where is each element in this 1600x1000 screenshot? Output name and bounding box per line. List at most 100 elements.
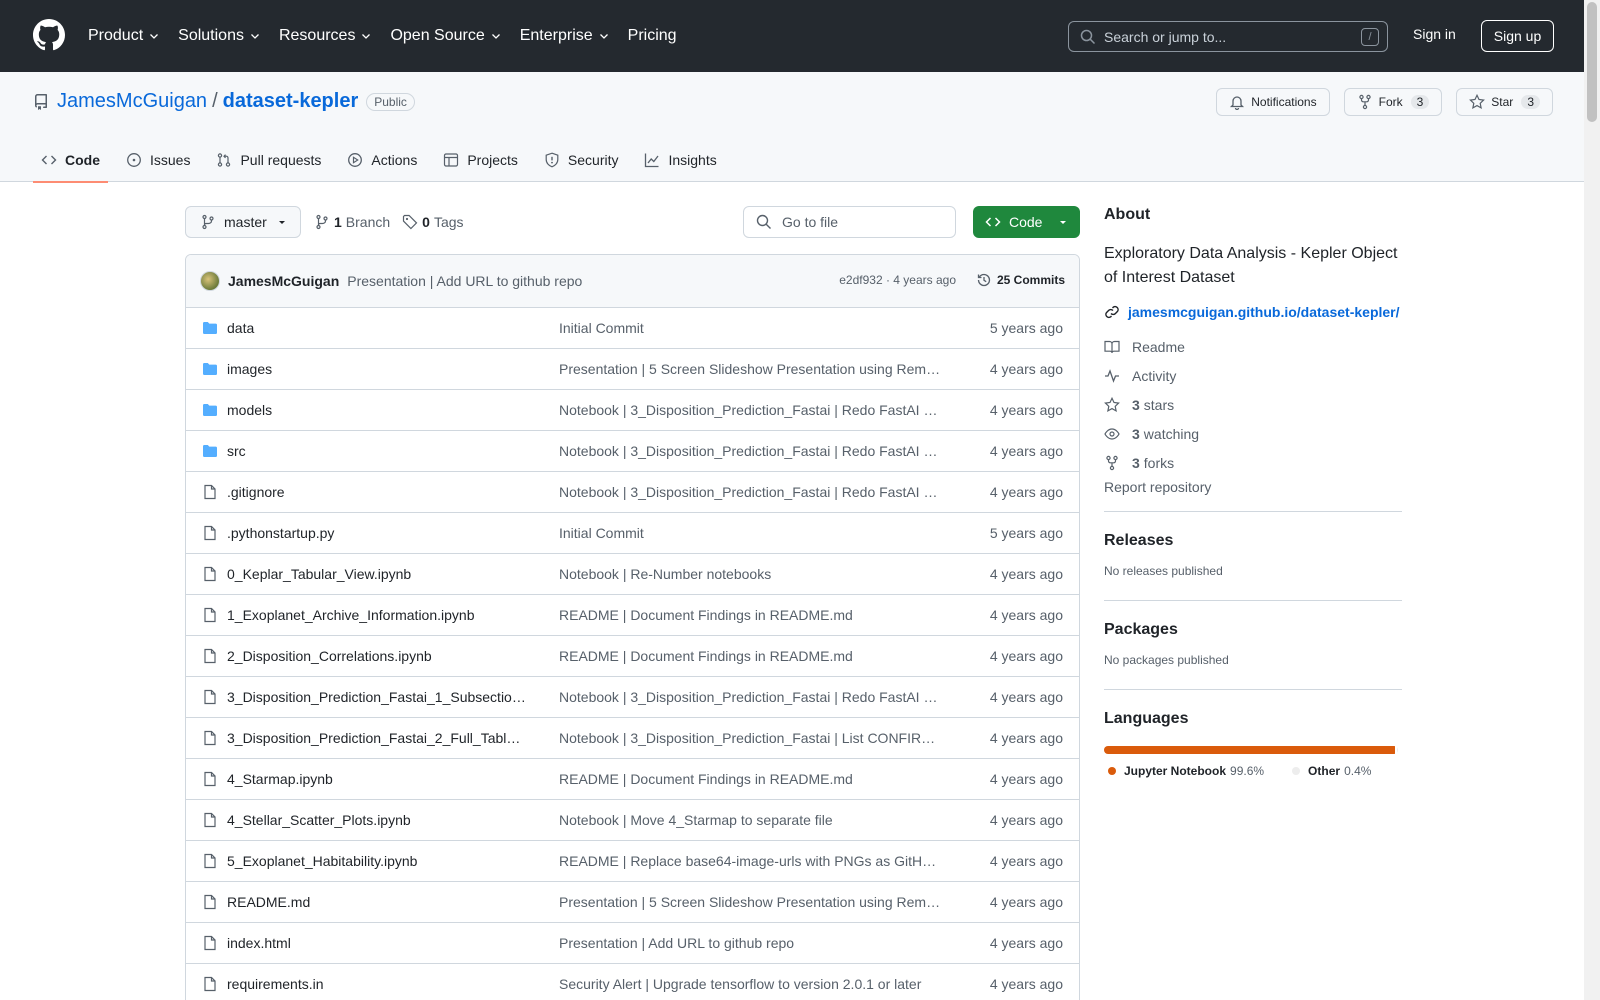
table-row[interactable]: .gitignore Notebook | 3_Disposition_Predi… bbox=[186, 472, 1079, 513]
file-name-link[interactable]: data bbox=[227, 320, 527, 336]
table-row[interactable]: src Notebook | 3_Disposition_Prediction_F… bbox=[186, 431, 1079, 472]
table-row[interactable]: README.md Presentation | 5 Screen Slidesh… bbox=[186, 882, 1079, 923]
file-name-link[interactable]: .gitignore bbox=[227, 484, 527, 500]
repo-owner-link[interactable]: JamesMcGuigan bbox=[57, 90, 207, 113]
file-commit-message-link[interactable]: Notebook | 3_Disposition_Prediction_Fast… bbox=[559, 730, 942, 746]
file-name-link[interactable]: 1_Exoplanet_Archive_Information.ipynb bbox=[227, 607, 527, 623]
search-icon bbox=[756, 214, 771, 229]
table-row[interactable]: 2_Disposition_Correlations.ipynb README |… bbox=[186, 636, 1079, 677]
top-nav-resources[interactable]: Resources bbox=[279, 27, 372, 45]
file-commit-message-link[interactable]: README | Document Findings in README.md bbox=[559, 607, 942, 623]
tab-insights[interactable]: Insights bbox=[636, 138, 724, 182]
stars-link[interactable]: 3 stars bbox=[1104, 390, 1402, 419]
table-row[interactable]: 4_Starmap.ipynb README | Document Finding… bbox=[186, 759, 1079, 800]
report-repository-link[interactable]: Report repository bbox=[1104, 479, 1402, 495]
table-row[interactable]: 0_Keplar_Tabular_View.ipynb Notebook | Re… bbox=[186, 554, 1079, 595]
file-commit-message-link[interactable]: Notebook | 3_Disposition_Prediction_Fast… bbox=[559, 484, 942, 500]
commit-hash-time[interactable]: e2df932 · 4 years ago bbox=[839, 273, 956, 287]
repo-name-link[interactable]: dataset-kepler bbox=[223, 90, 359, 113]
top-nav-enterprise[interactable]: Enterprise bbox=[520, 27, 610, 45]
fork-button[interactable]: Fork 3 bbox=[1343, 88, 1443, 116]
table-row[interactable]: 3_Disposition_Prediction_Fastai_1_Subsec… bbox=[186, 677, 1079, 718]
releases-heading[interactable]: Releases bbox=[1104, 532, 1402, 550]
file-name-link[interactable]: requirements.in bbox=[227, 976, 527, 992]
packages-heading[interactable]: Packages bbox=[1104, 621, 1402, 639]
commits-history-link[interactable]: 25 Commits bbox=[976, 272, 1065, 288]
table-row[interactable]: images Presentation | 5 Screen Slideshow … bbox=[186, 349, 1079, 390]
table-row[interactable]: 5_Exoplanet_Habitability.ipynb README | R… bbox=[186, 841, 1079, 882]
file-name-link[interactable]: 0_Keplar_Tabular_View.ipynb bbox=[227, 566, 527, 582]
table-row[interactable]: 1_Exoplanet_Archive_Information.ipynb REA… bbox=[186, 595, 1079, 636]
top-nav-product[interactable]: Product bbox=[88, 27, 160, 45]
table-row[interactable]: index.html Presentation | Add URL to gith… bbox=[186, 923, 1079, 964]
file-commit-message-link[interactable]: Notebook | Move 4_Starmap to separate fi… bbox=[559, 812, 942, 828]
table-row[interactable]: data Initial Commit 5 years ago bbox=[186, 308, 1079, 349]
file-name-link[interactable]: 2_Disposition_Correlations.ipynb bbox=[227, 648, 527, 664]
search-icon bbox=[1080, 29, 1096, 44]
avatar[interactable] bbox=[200, 271, 220, 291]
file-commit-message-link[interactable]: README | Document Findings in README.md bbox=[559, 771, 942, 787]
code-dropdown-button[interactable]: Code bbox=[973, 206, 1080, 238]
activity-link[interactable]: Activity bbox=[1104, 361, 1402, 390]
file-commit-message-link[interactable]: README | Replace base64-image-urls with … bbox=[559, 853, 942, 869]
file-name-link[interactable]: models bbox=[227, 402, 527, 418]
file-name-link[interactable]: 3_Disposition_Prediction_Fastai_1_Subsec… bbox=[227, 689, 527, 705]
file-commit-message-link[interactable]: Notebook | 3_Disposition_Prediction_Fast… bbox=[559, 402, 942, 418]
watchers-link[interactable]: 3 watching bbox=[1104, 419, 1402, 448]
sign-up-button[interactable]: Sign up bbox=[1481, 20, 1554, 52]
top-nav-open-source[interactable]: Open Source bbox=[390, 27, 501, 45]
table-row[interactable]: requirements.in Security Alert | Upgrade … bbox=[186, 964, 1079, 1000]
github-logo-icon[interactable] bbox=[33, 19, 65, 51]
top-nav-solutions[interactable]: Solutions bbox=[178, 27, 261, 45]
branches-link[interactable]: 1 Branch bbox=[314, 214, 390, 230]
homepage-link[interactable]: jamesmcguigan.github.io/dataset-kepler/ bbox=[1104, 304, 1402, 320]
table-row[interactable]: 4_Stellar_Scatter_Plots.ipynb Notebook | … bbox=[186, 800, 1079, 841]
file-commit-message-link[interactable]: Security Alert | Upgrade tensorflow to v… bbox=[559, 976, 942, 992]
chevron-down-icon bbox=[150, 34, 159, 39]
file-commit-message-link[interactable]: Presentation | 5 Screen Slideshow Presen… bbox=[559, 894, 942, 910]
file-name-link[interactable]: 4_Starmap.ipynb bbox=[227, 771, 527, 787]
file-name-link[interactable]: src bbox=[227, 443, 527, 459]
tags-link[interactable]: 0 Tags bbox=[402, 214, 464, 230]
scrollbar-thumb[interactable] bbox=[1587, 2, 1597, 122]
file-commit-message-link[interactable]: Initial Commit bbox=[559, 525, 942, 541]
tab-pull-requests[interactable]: Pull requests bbox=[208, 138, 329, 182]
page-scrollbar[interactable] bbox=[1584, 0, 1600, 1000]
file-name-link[interactable]: 4_Stellar_Scatter_Plots.ipynb bbox=[227, 812, 527, 828]
file-name-link[interactable]: 3_Disposition_Prediction_Fastai_2_Full_T… bbox=[227, 730, 527, 746]
commit-author-link[interactable]: JamesMcGuigan bbox=[228, 273, 339, 289]
file-commit-message-link[interactable]: Notebook | 3_Disposition_Prediction_Fast… bbox=[559, 689, 942, 705]
search-input[interactable]: Search or jump to... / bbox=[1068, 21, 1388, 52]
file-commit-message-link[interactable]: Notebook | 3_Disposition_Prediction_Fast… bbox=[559, 443, 942, 459]
file-name-link[interactable]: index.html bbox=[227, 935, 527, 951]
table-row[interactable]: models Notebook | 3_Disposition_Predictio… bbox=[186, 390, 1079, 431]
go-to-file-input[interactable]: Go to file bbox=[743, 206, 956, 238]
file-name-link[interactable]: README.md bbox=[227, 894, 527, 910]
sign-in-link[interactable]: Sign in bbox=[1413, 26, 1456, 42]
branch-select-button[interactable]: master bbox=[185, 206, 301, 238]
file-commit-message-link[interactable]: README | Document Findings in README.md bbox=[559, 648, 942, 664]
table-row[interactable]: .pythonstartup.py Initial Commit 5 years a… bbox=[186, 513, 1079, 554]
star-button[interactable]: Star 3 bbox=[1456, 88, 1553, 116]
repo-header: JamesMcGuigan / dataset-kepler Public No… bbox=[0, 72, 1584, 183]
file-commit-message-link[interactable]: Presentation | 5 Screen Slideshow Presen… bbox=[559, 361, 942, 377]
table-row[interactable]: 3_Disposition_Prediction_Fastai_2_Full_T… bbox=[186, 718, 1079, 759]
readme-link[interactable]: Readme bbox=[1104, 332, 1402, 361]
commit-message-link[interactable]: Presentation | Add URL to github repo bbox=[347, 273, 582, 289]
language-legend-item[interactable]: Jupyter Notebook 99.6% bbox=[1104, 764, 1288, 778]
file-name-link[interactable]: images bbox=[227, 361, 527, 377]
file-commit-message-link[interactable]: Notebook | Re-Number notebooks bbox=[559, 566, 942, 582]
top-nav-pricing[interactable]: Pricing bbox=[628, 27, 677, 45]
language-legend-item[interactable]: Other 0.4% bbox=[1288, 764, 1395, 778]
tab-code[interactable]: Code bbox=[33, 138, 108, 183]
tab-projects[interactable]: Projects bbox=[435, 138, 526, 182]
file-name-link[interactable]: .pythonstartup.py bbox=[227, 525, 527, 541]
file-commit-message-link[interactable]: Presentation | Add URL to github repo bbox=[559, 935, 942, 951]
notifications-button[interactable]: Notifications bbox=[1216, 88, 1330, 116]
file-commit-message-link[interactable]: Initial Commit bbox=[559, 320, 942, 336]
tab-actions[interactable]: Actions bbox=[339, 138, 425, 182]
file-name-link[interactable]: 5_Exoplanet_Habitability.ipynb bbox=[227, 853, 527, 869]
tab-issues[interactable]: Issues bbox=[118, 138, 198, 182]
forks-link[interactable]: 3 forks bbox=[1104, 448, 1402, 477]
tab-security[interactable]: Security bbox=[536, 138, 627, 182]
